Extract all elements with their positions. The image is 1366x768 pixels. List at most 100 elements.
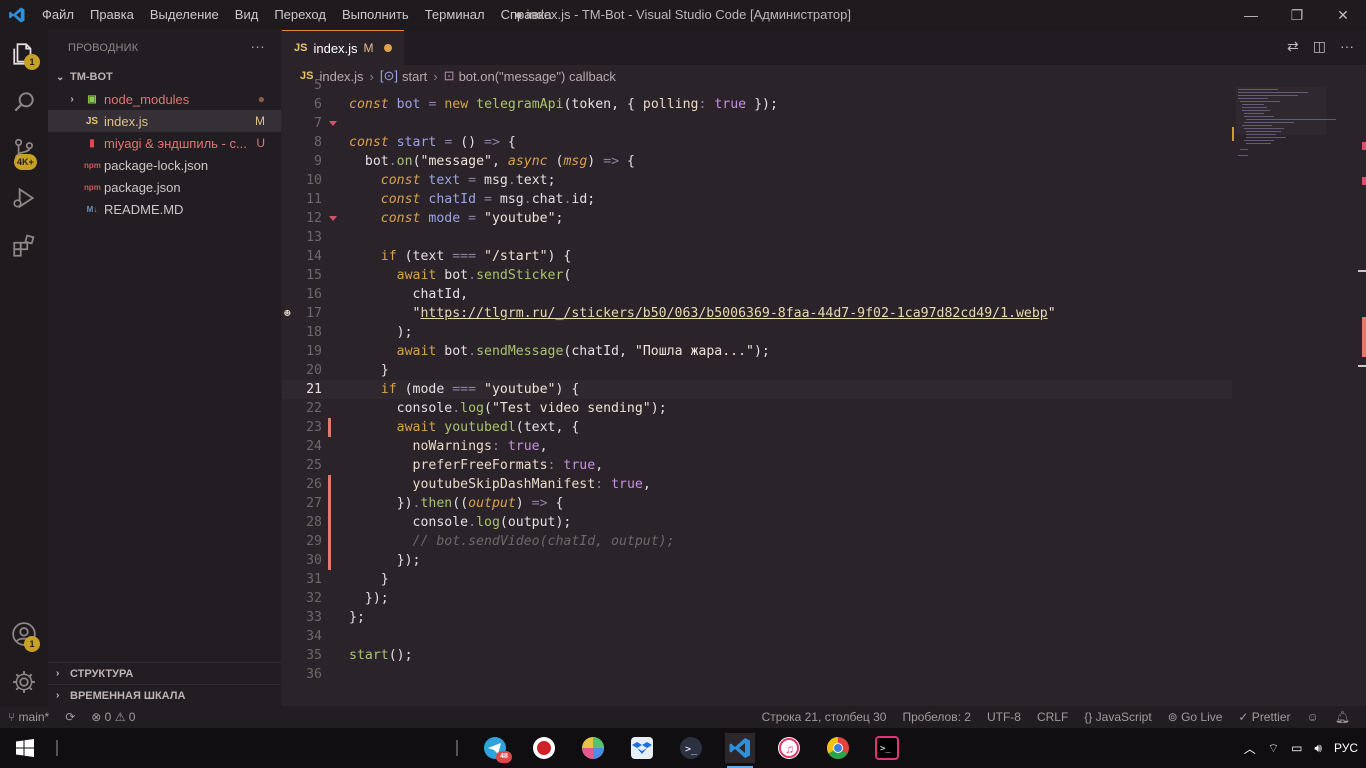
code-line[interactable]: 29 // bot.sendVideo(chatId, output); bbox=[282, 532, 1232, 551]
code-line[interactable]: 9 bot.on("message", async (msg) => { bbox=[282, 152, 1232, 171]
explorer-button[interactable]: 1 bbox=[0, 30, 48, 78]
code-line[interactable]: 32 }); bbox=[282, 589, 1232, 608]
minimize-button[interactable]: — bbox=[1228, 0, 1274, 30]
code-line[interactable]: 19 await bot.sendMessage(chatId, "Пошла … bbox=[282, 342, 1232, 361]
search-button[interactable] bbox=[0, 78, 48, 126]
code-line[interactable]: 17 "https://tlgrm.ru/_/stickers/b50/063/… bbox=[282, 304, 1232, 323]
timeline-section[interactable]: › ВРЕМЕННАЯ ШКАЛА bbox=[48, 684, 281, 706]
git-modified-marker[interactable] bbox=[328, 551, 331, 570]
cursor-position[interactable]: Строка 21, столбец 30 bbox=[754, 710, 895, 724]
line-endings[interactable]: CRLF bbox=[1029, 710, 1076, 724]
language-mode[interactable]: {} JavaScript bbox=[1076, 710, 1159, 724]
telegram-icon[interactable]: 48 bbox=[480, 733, 512, 763]
battery-icon[interactable]: ▭ bbox=[1291, 741, 1302, 755]
code-line[interactable]: 5 bbox=[282, 76, 1232, 95]
code-line[interactable]: 35 start(); bbox=[282, 646, 1232, 665]
terminal-app-icon[interactable]: >_ bbox=[676, 733, 706, 763]
prettier-button[interactable]: ✓ Prettier bbox=[1230, 710, 1298, 724]
file-item[interactable]: ▮ miyagi & эндшпиль - с... U bbox=[48, 132, 281, 154]
feedback-icon[interactable]: ☺ bbox=[1299, 710, 1327, 724]
code-line[interactable]: 18 ); bbox=[282, 323, 1232, 342]
branch-indicator[interactable]: ⑂ main* bbox=[0, 710, 57, 724]
code-line[interactable]: 36 bbox=[282, 665, 1232, 684]
code-line[interactable]: 16 chatId, bbox=[282, 285, 1232, 304]
file-item[interactable]: JS index.js M bbox=[48, 110, 281, 132]
code-line[interactable]: 15 await bot.sendSticker( bbox=[282, 266, 1232, 285]
code-line[interactable]: 34 bbox=[282, 627, 1232, 646]
windows-start-icon[interactable] bbox=[10, 733, 40, 763]
sync-icon[interactable]: ⟳ bbox=[57, 710, 83, 724]
code-line[interactable]: 6 const bot = new telegramApi(token, { po… bbox=[282, 95, 1232, 114]
file-item[interactable]: npm package.json bbox=[48, 176, 281, 198]
accounts-button[interactable]: 1 bbox=[0, 610, 48, 658]
git-modified-marker[interactable] bbox=[328, 475, 331, 494]
maximize-button[interactable]: ❐ bbox=[1274, 0, 1320, 30]
wifi-icon[interactable]: ⌔ bbox=[1268, 741, 1279, 756]
manage-button[interactable] bbox=[0, 658, 48, 706]
menu-item-5[interactable]: Выполнить bbox=[334, 0, 417, 30]
code-line[interactable]: 24 noWarnings: true, bbox=[282, 437, 1232, 456]
project-section[interactable]: ⌄ TM-BOT bbox=[48, 66, 281, 88]
code-line[interactable]: 28 console.log(output); bbox=[282, 513, 1232, 532]
more-actions-icon[interactable]: ··· bbox=[250, 38, 265, 54]
git-deleted-marker[interactable] bbox=[329, 216, 337, 221]
extensions-button[interactable] bbox=[0, 222, 48, 270]
code-line[interactable]: 14 if (text === "/start") { bbox=[282, 247, 1232, 266]
tab-index-js[interactable]: JS index.js M bbox=[282, 30, 404, 65]
code-line[interactable]: 12 const mode = "youtube"; bbox=[282, 209, 1232, 228]
notifications-icon[interactable]: 🔔︎ bbox=[1327, 710, 1358, 724]
more-actions-icon[interactable]: ··· bbox=[1340, 38, 1354, 55]
menu-item-0[interactable]: Файл bbox=[34, 0, 82, 30]
indentation[interactable]: Пробелов: 2 bbox=[894, 710, 979, 724]
recorder-icon[interactable] bbox=[529, 733, 559, 763]
git-modified-marker[interactable] bbox=[328, 513, 331, 532]
chrome-icon[interactable] bbox=[823, 733, 853, 763]
code-line[interactable]: 33}; bbox=[282, 608, 1232, 627]
volume-icon[interactable]: 🔊︎ bbox=[1314, 741, 1322, 756]
menu-item-6[interactable]: Терминал bbox=[417, 0, 493, 30]
itunes-icon[interactable]: ♫ bbox=[774, 733, 804, 763]
code-editor[interactable]: 5 6 const bot = new telegramApi(token, { p… bbox=[282, 78, 1232, 707]
git-modified-marker[interactable] bbox=[328, 532, 331, 551]
split-editor-icon[interactable]: ◫ bbox=[1313, 38, 1326, 55]
menu-item-7[interactable]: Справка bbox=[493, 0, 560, 30]
menu-item-1[interactable]: Правка bbox=[82, 0, 142, 30]
code-line[interactable]: 21 if (mode === "youtube") { bbox=[282, 380, 1232, 399]
code-line[interactable]: 27 }).then((output) => { bbox=[282, 494, 1232, 513]
code-line[interactable]: 20 } bbox=[282, 361, 1232, 380]
encoding[interactable]: UTF-8 bbox=[979, 710, 1029, 724]
code-line[interactable]: 7 bbox=[282, 114, 1232, 133]
unsaved-dot-icon[interactable] bbox=[383, 44, 392, 52]
code-line[interactable]: 25 preferFreeFormats: true, bbox=[282, 456, 1232, 475]
file-item[interactable]: npm package-lock.json bbox=[48, 154, 281, 176]
open-changes-icon[interactable]: ⇄ bbox=[1287, 38, 1299, 55]
code-line[interactable]: 13 bbox=[282, 228, 1232, 247]
go-live-button[interactable]: ⊚ Go Live bbox=[1160, 710, 1231, 724]
menu-item-4[interactable]: Переход bbox=[266, 0, 334, 30]
run-debug-button[interactable] bbox=[0, 174, 48, 222]
code-line[interactable]: 8 const start = () => { bbox=[282, 133, 1232, 152]
outline-section[interactable]: › СТРУКТУРА bbox=[48, 662, 281, 684]
code-line[interactable]: 23 await youtubedl(text, { bbox=[282, 418, 1232, 437]
minimap[interactable] bbox=[1232, 87, 1352, 707]
problems-indicator[interactable]: ⊗ 0 ⚠ 0 bbox=[83, 710, 143, 724]
vscode-taskbar-icon[interactable] bbox=[725, 733, 755, 768]
git-deleted-marker[interactable] bbox=[329, 121, 337, 126]
git-modified-marker[interactable] bbox=[328, 494, 331, 513]
code-line[interactable]: 31 } bbox=[282, 570, 1232, 589]
vertical-scrollbar[interactable] bbox=[1352, 87, 1366, 707]
file-item[interactable]: › ▣ node_modules ● bbox=[48, 88, 281, 110]
git-modified-marker[interactable] bbox=[328, 418, 331, 437]
color-app-icon[interactable] bbox=[578, 733, 608, 763]
code-line[interactable]: 22 console.log("Test video sending"); bbox=[282, 399, 1232, 418]
code-line[interactable]: 26 youtubeSkipDashManifest: true, bbox=[282, 475, 1232, 494]
menu-item-2[interactable]: Выделение bbox=[142, 0, 227, 30]
menu-item-3[interactable]: Вид bbox=[227, 0, 267, 30]
input-language[interactable]: РУС bbox=[1334, 741, 1358, 755]
close-button[interactable]: ✕ bbox=[1320, 0, 1366, 30]
hyper-terminal-icon[interactable]: >_ bbox=[872, 733, 902, 763]
file-item[interactable]: M↓ README.MD bbox=[48, 198, 281, 220]
chevron-up-icon[interactable]: ︿ bbox=[1244, 740, 1256, 757]
source-control-button[interactable]: 4K+ bbox=[0, 126, 48, 174]
code-line[interactable]: 11 const chatId = msg.chat.id; bbox=[282, 190, 1232, 209]
